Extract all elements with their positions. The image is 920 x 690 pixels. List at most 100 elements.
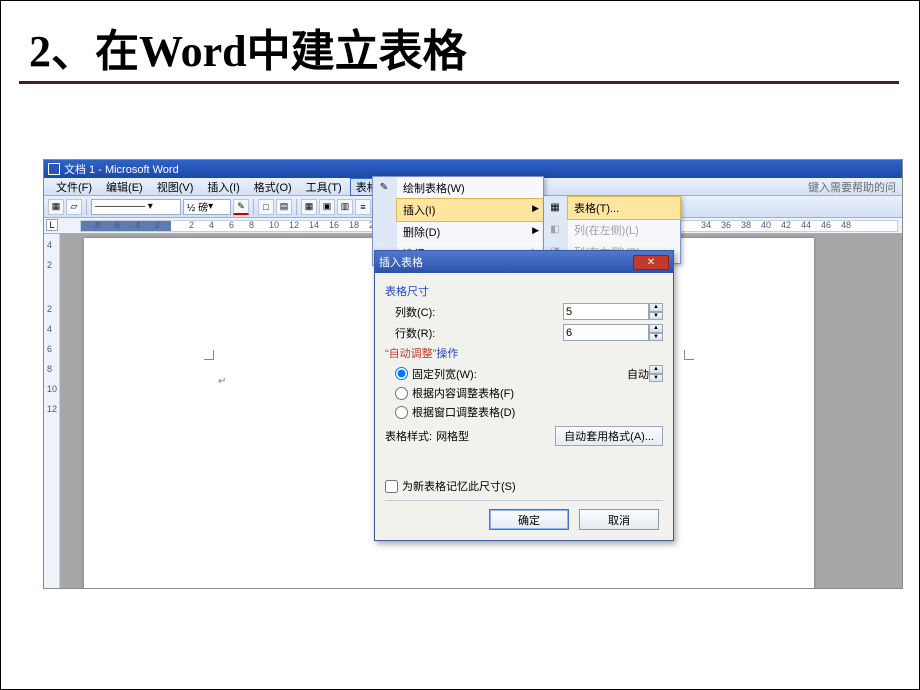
- paragraph-mark-icon: ↵: [218, 376, 226, 387]
- style-row: 表格样式: 网格型 自动套用格式(A)...: [385, 426, 663, 446]
- remember-checkbox[interactable]: [385, 480, 398, 493]
- group-size-label: 表格尺寸: [385, 283, 663, 299]
- dialog-body: 表格尺寸 列数(C): ▲ ▼ 行数(R):: [375, 273, 673, 540]
- word-window: 文档 1 - Microsoft Word 文件(F) 编辑(E) 视图(V) …: [43, 159, 903, 589]
- pencil-icon: ✎: [377, 180, 391, 194]
- menu-item-label: 表格(T)...: [574, 200, 619, 216]
- menu-view[interactable]: 视图(V): [151, 178, 200, 196]
- submenu-item-table[interactable]: ▦ 表格(T)...: [567, 196, 681, 220]
- menu-item-insert[interactable]: 插入(I) ▶: [396, 198, 544, 222]
- draw-table-icon[interactable]: ▦: [48, 199, 64, 215]
- ruler-tick: 34: [701, 220, 711, 230]
- menu-item-draw-table[interactable]: ✎ 绘制表格(W): [397, 177, 543, 199]
- menu-item-label: 列(在左侧)(L): [574, 222, 639, 238]
- vruler-tick: 4: [47, 240, 52, 250]
- ruler-tab-selector[interactable]: L: [46, 219, 58, 231]
- spin-up-button[interactable]: ▲: [649, 365, 663, 374]
- ruler-tick: 48: [841, 220, 851, 230]
- ruler-tick: 6: [229, 220, 234, 230]
- fit-content-radio[interactable]: [395, 387, 408, 400]
- fixed-width-value[interactable]: 自动: [627, 365, 649, 382]
- spin-up-button[interactable]: ▲: [649, 324, 663, 333]
- menu-item-delete[interactable]: 删除(D) ▶: [397, 221, 543, 243]
- help-hint[interactable]: 键入需要帮助的问: [808, 179, 896, 195]
- ruler-tick: 40: [761, 220, 771, 230]
- fixed-width-spinner: 自动 ▲ ▼: [627, 365, 663, 382]
- fit-content-row: 根据内容调整表格(F): [385, 385, 663, 401]
- fit-window-row: 根据窗口调整表格(D): [385, 404, 663, 420]
- fixed-width-radio[interactable]: [395, 367, 408, 380]
- toolbar-separator: [296, 199, 297, 215]
- menu-edit[interactable]: 编辑(E): [100, 178, 149, 196]
- vertical-ruler[interactable]: 4 2 2 4 6 8 10 12: [44, 234, 60, 588]
- ruler-tick: 18: [349, 220, 359, 230]
- cancel-button[interactable]: 取消: [579, 509, 659, 530]
- submenu-arrow-icon: ▶: [532, 225, 539, 236]
- vruler-tick: 2: [47, 304, 52, 314]
- remember-label: 为新表格记忆此尺寸(S): [402, 478, 516, 494]
- vruler-tick: 6: [47, 344, 52, 354]
- line-style-combo[interactable]: ————— ▾: [91, 199, 181, 215]
- insert-table-icon[interactable]: ▦: [301, 199, 317, 215]
- merge-cells-icon[interactable]: ▣: [319, 199, 335, 215]
- insert-table-dialog: 插入表格 ✕ 表格尺寸 列数(C): ▲ ▼ 行数(R):: [374, 250, 674, 541]
- line-weight-combo[interactable]: ½ 磅 ▾: [183, 199, 231, 215]
- submenu-item-col-left: ◧ 列(在左侧)(L): [568, 219, 680, 241]
- rows-spinner: ▲ ▼: [563, 324, 663, 341]
- split-cells-icon[interactable]: ▥: [337, 199, 353, 215]
- dialog-titlebar[interactable]: 插入表格 ✕: [375, 251, 673, 273]
- fit-window-radio[interactable]: [395, 406, 408, 419]
- ruler-tick: 4: [135, 220, 140, 230]
- table-grid-icon: ▦: [548, 200, 562, 214]
- spin-down-button[interactable]: ▼: [649, 374, 663, 383]
- ruler-tick: 8: [95, 220, 100, 230]
- pen-color-icon[interactable]: ✎: [233, 199, 249, 215]
- slide-frame: 2、在Word中建立表格 文档 1 - Microsoft Word 文件(F)…: [0, 0, 920, 690]
- spin-down-button[interactable]: ▼: [649, 333, 663, 342]
- rows-input[interactable]: [563, 324, 649, 341]
- toolbar-separator: [86, 199, 87, 215]
- rows-row: 行数(R): ▲ ▼: [385, 324, 663, 341]
- margin-corner-icon: [204, 350, 214, 360]
- fit-window-label: 根据窗口调整表格(D): [412, 404, 515, 420]
- ruler-tick: 4: [209, 220, 214, 230]
- cols-label: 列数(C):: [385, 304, 475, 320]
- word-app-icon: [48, 163, 60, 175]
- menu-item-label: 绘制表格(W): [403, 180, 465, 196]
- slide-rule: [19, 81, 899, 84]
- border-icon[interactable]: □: [258, 199, 274, 215]
- menu-insert[interactable]: 插入(I): [201, 178, 245, 196]
- shading-icon[interactable]: ▤: [276, 199, 292, 215]
- ruler-tick: 42: [781, 220, 791, 230]
- submenu-arrow-icon: ▶: [532, 203, 539, 214]
- spin-up-button[interactable]: ▲: [649, 303, 663, 312]
- toolbar-separator: [253, 199, 254, 215]
- ruler-tick: 12: [289, 220, 299, 230]
- fixed-width-row: 固定列宽(W): 自动 ▲ ▼: [385, 365, 663, 382]
- ok-button[interactable]: 确定: [489, 509, 569, 530]
- close-button[interactable]: ✕: [633, 255, 669, 270]
- group-fit-prefix: “自动调整”: [385, 348, 436, 360]
- style-value: 网格型: [436, 428, 469, 444]
- menu-item-label: 插入(I): [403, 202, 435, 218]
- align-icon[interactable]: ≡: [355, 199, 371, 215]
- group-fit-suffix: 操作: [436, 348, 458, 360]
- cols-spinner: ▲ ▼: [563, 303, 663, 320]
- rows-label: 行数(R):: [385, 325, 475, 341]
- ruler-tick: 46: [821, 220, 831, 230]
- autoformat-button[interactable]: 自动套用格式(A)...: [555, 426, 663, 446]
- eraser-icon[interactable]: ▱: [66, 199, 82, 215]
- ruler-tick: 44: [801, 220, 811, 230]
- menu-tools[interactable]: 工具(T): [300, 178, 348, 196]
- ruler-tick: 14: [309, 220, 319, 230]
- ruler-tick: 2: [189, 220, 194, 230]
- fixed-width-label: 固定列宽(W):: [412, 366, 477, 382]
- spin-down-button[interactable]: ▼: [649, 312, 663, 321]
- menu-format[interactable]: 格式(O): [248, 178, 298, 196]
- vruler-tick: 8: [47, 364, 52, 374]
- fit-content-label: 根据内容调整表格(F): [412, 385, 514, 401]
- cols-input[interactable]: [563, 303, 649, 320]
- ruler-tick: 16: [329, 220, 339, 230]
- menu-file[interactable]: 文件(F): [50, 178, 98, 196]
- dialog-buttons: 确定 取消: [385, 501, 663, 532]
